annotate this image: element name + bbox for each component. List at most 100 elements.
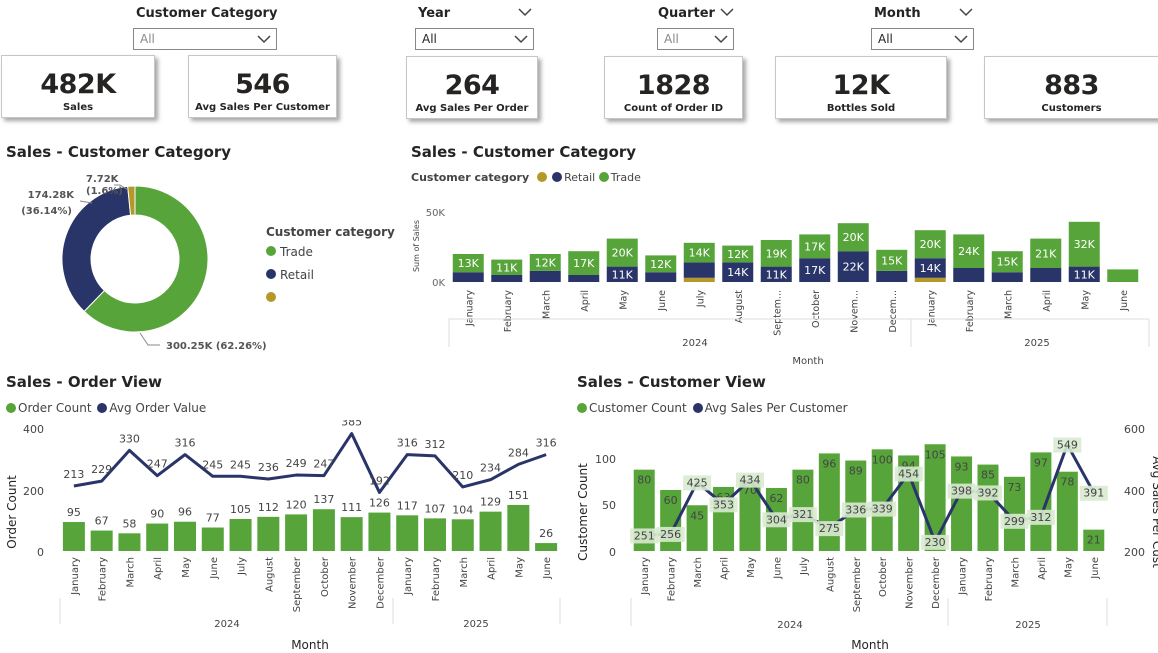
sales-value: 482K: [40, 69, 116, 100]
order-line[interactable]: [73, 432, 547, 494]
customer-bar-label: 96: [822, 457, 836, 470]
stacked-data-label: 15K: [997, 256, 1019, 269]
customer-bar-label: 100: [872, 453, 893, 466]
customer-line-label: 391: [1083, 487, 1104, 500]
month-value: All: [878, 32, 893, 46]
year-value: All: [422, 32, 437, 46]
quarter-dropdown[interactable]: All: [657, 28, 734, 50]
order-bar[interactable]: [62, 522, 85, 551]
customer-x-tick-label: September: [852, 556, 863, 612]
stacked-bar-retail[interactable]: [953, 268, 985, 282]
stacked-x-tick-label: Novem...: [849, 290, 860, 333]
order-view-legend: Order Count Avg Order Value: [6, 401, 206, 415]
order-bar[interactable]: [312, 509, 335, 551]
stacked-bar-retail[interactable]: [491, 275, 523, 282]
customer-category-dropdown[interactable]: All: [133, 28, 277, 50]
order-bar[interactable]: [174, 521, 196, 551]
stacked-data-label: 22K: [843, 261, 865, 274]
stacked-bar-retail[interactable]: [991, 272, 1023, 282]
customer-line-label: 549: [1057, 439, 1078, 452]
stacked-year-2024: 2024: [682, 338, 707, 349]
stacked-x-tick-label: February: [965, 290, 976, 332]
order-bar[interactable]: [424, 518, 446, 551]
donut-slice-retail[interactable]: [61, 185, 132, 313]
customer-x-tick-label: December: [931, 556, 942, 609]
customer-x-axis-label: Month: [851, 638, 889, 652]
order-bar[interactable]: [507, 504, 530, 551]
stacked-data-label: 11K: [766, 268, 788, 281]
donut-legend-title: Customer category: [266, 225, 395, 239]
customer-bar-label: 105: [925, 448, 946, 461]
month-dropdown[interactable]: All: [871, 28, 974, 50]
order-line-label: 249: [286, 457, 307, 470]
order-bar-label: 111: [341, 501, 362, 514]
stacked-bar-retail[interactable]: [645, 272, 677, 282]
stacked-bar-retail[interactable]: [683, 262, 715, 278]
customer-line-label: 304: [766, 513, 787, 526]
order-bar[interactable]: [146, 523, 169, 551]
customer-x-tick-label: April: [720, 557, 731, 580]
order-y-axis-label: Order Count: [5, 475, 19, 549]
customer-x-tick-label: August: [825, 557, 836, 592]
stacked-bar-other[interactable]: [914, 277, 946, 282]
stacked-data-label: 12K: [727, 248, 749, 261]
stacked-chart-legend: Customer category Retail Trade: [411, 171, 641, 184]
order-bar[interactable]: [368, 512, 391, 551]
stacked-bar-trade[interactable]: [1107, 269, 1139, 282]
order-bar[interactable]: [257, 516, 280, 551]
order-bar-label: 90: [150, 508, 164, 521]
year-dropdown[interactable]: All: [415, 28, 534, 50]
chevron-down-icon[interactable]: [720, 7, 734, 17]
stacked-bar-retail[interactable]: [452, 272, 484, 282]
order-bar[interactable]: [479, 511, 502, 551]
stacked-bar-retail[interactable]: [568, 275, 600, 282]
legend-order-count-label: Order Count: [18, 401, 92, 415]
donut-label-trade: 300.25K (62.26%): [166, 341, 267, 352]
order-bar[interactable]: [451, 519, 474, 551]
order-bar[interactable]: [118, 533, 141, 551]
order-bar[interactable]: [285, 514, 308, 551]
chevron-down-icon[interactable]: [518, 7, 532, 17]
order-year-2024: 2024: [214, 619, 239, 630]
customer-bar-label: 97: [1034, 456, 1048, 469]
stacked-x-tick-label: February: [503, 290, 514, 332]
order-line-label: 316: [397, 437, 418, 450]
customer-line-label: 434: [740, 474, 761, 487]
order-y-tick-0: 0: [37, 546, 44, 559]
legend-avg-order-value-dot: [97, 403, 108, 413]
stacked-bar-retail[interactable]: [529, 270, 561, 282]
customer-line-label: 251: [634, 529, 655, 542]
order-bar[interactable]: [535, 543, 558, 551]
order-y-tick-200: 200: [23, 485, 44, 498]
order-x-tick-label: January: [403, 557, 414, 596]
stacked-y-axis-label: Sum of Sales: [412, 220, 421, 272]
order-line-label: 247: [147, 458, 168, 471]
order-line-label: 192: [369, 474, 390, 487]
stacked-y-tick-0k: 0K: [432, 278, 445, 289]
stacked-bar-retail[interactable]: [876, 270, 908, 282]
donut-label-retail-pct: (36.14%): [21, 206, 72, 217]
stacked-x-tick-label: August: [734, 290, 745, 324]
stacked-bar-other[interactable]: [683, 277, 715, 282]
bottles-sold-value: 12K: [832, 70, 891, 101]
order-line-label: 210: [452, 469, 473, 482]
stacked-data-label: 11K: [612, 268, 634, 281]
order-bar[interactable]: [201, 527, 224, 551]
customer-x-tick-label: July: [799, 557, 810, 576]
order-bar[interactable]: [396, 515, 419, 551]
order-count-label: Count of Order ID: [623, 103, 724, 114]
customer-line-label: 425: [687, 476, 708, 489]
customer-line-label: 299: [1004, 515, 1025, 528]
stacked-chart-title: Sales - Customer Category: [411, 143, 637, 161]
order-line-label: 245: [230, 458, 251, 471]
order-bar[interactable]: [229, 518, 252, 551]
customer-bar-label: 21: [1087, 534, 1101, 547]
chevron-down-icon[interactable]: [959, 7, 973, 17]
order-bar[interactable]: [340, 517, 363, 551]
stacked-bar-retail[interactable]: [1030, 268, 1062, 282]
order-x-tick-label: May: [181, 557, 192, 578]
customer-category-slicer-label: Customer Category: [136, 6, 278, 21]
bottles-sold-card: 12K Bottles Sold: [775, 56, 947, 119]
order-bar[interactable]: [90, 530, 113, 551]
customer-x-tick-label: November: [905, 556, 916, 609]
